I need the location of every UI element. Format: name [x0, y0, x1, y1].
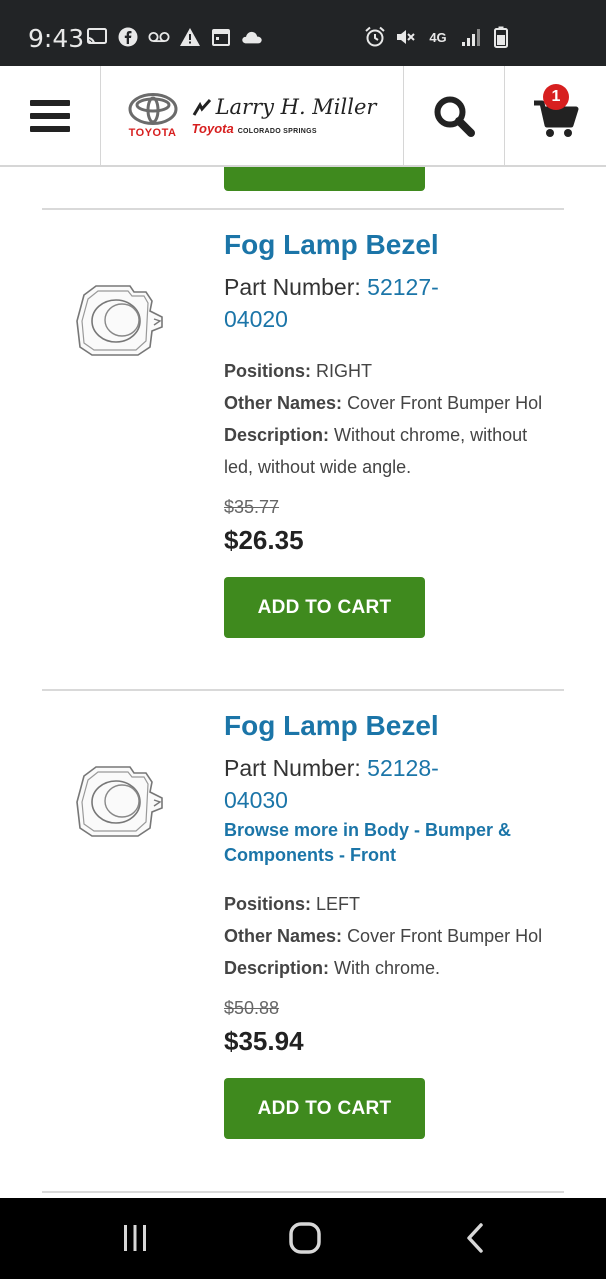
- part-number-value-part2[interactable]: 04020: [224, 306, 288, 332]
- other-names-row: Other Names: Cover Front Bumper Hol: [224, 920, 554, 952]
- product-divider: [42, 689, 564, 691]
- 4g-lte-icon: 4G: [424, 26, 452, 48]
- product-divider: [42, 1191, 564, 1193]
- other-names-label: Other Names:: [224, 393, 343, 413]
- fog-lamp-bezel-image[interactable]: [72, 281, 168, 361]
- part-number-value-part1[interactable]: 52128-: [367, 755, 439, 781]
- status-right-icons: 4G: [364, 26, 512, 48]
- home-icon: [289, 1222, 321, 1254]
- add-to-cart-button[interactable]: ADD TO CART: [224, 1078, 425, 1139]
- product-title-link[interactable]: Fog Lamp Bezel: [224, 710, 554, 742]
- product-info: Fog Lamp Bezel Part Number: 52127- 04020…: [224, 229, 554, 638]
- product-specs: Positions: LEFT Other Names: Cover Front…: [224, 888, 554, 984]
- recent-apps-icon: [124, 1225, 146, 1251]
- description-row: Description: With chrome.: [224, 952, 554, 984]
- positions-label: Positions:: [224, 361, 312, 381]
- hamburger-menu-icon: [30, 100, 70, 132]
- menu-button[interactable]: [0, 66, 100, 166]
- positions-row: Positions: LEFT: [224, 888, 554, 920]
- other-names-value: Cover Front Bumper Hol: [347, 393, 543, 413]
- dealer-city-text: COLORADO SPRINGS: [237, 127, 317, 135]
- description-row: Description: Without chrome, without led…: [224, 419, 554, 483]
- calendar-icon: [210, 26, 232, 48]
- sale-price: $26.35: [224, 525, 304, 555]
- toyota-emblem-icon: [128, 93, 178, 125]
- description-value: With chrome.: [334, 958, 441, 978]
- cloud-icon: [241, 26, 263, 48]
- dealer-script-name: Larry H. Miller: [215, 94, 377, 119]
- alarm-icon: [364, 26, 386, 48]
- positions-value: LEFT: [316, 894, 361, 914]
- facebook-icon: [117, 26, 139, 48]
- description-label: Description:: [224, 958, 330, 978]
- product-title-link[interactable]: Fog Lamp Bezel: [224, 229, 554, 261]
- fog-lamp-bezel-image[interactable]: [72, 762, 168, 842]
- status-left-icons: [86, 26, 263, 48]
- sale-price: $35.94: [224, 1026, 304, 1056]
- part-number-label: Part Number:: [224, 755, 361, 781]
- cart-count-badge: 1: [543, 84, 569, 110]
- dealer-logo[interactable]: TOYOTA Larry H. Miller Toyota COLORADO S…: [101, 66, 403, 166]
- signal-icon: [460, 26, 482, 48]
- system-navigation-bar: [0, 1198, 606, 1279]
- site-header: TOYOTA Larry H. Miller Toyota COLORADO S…: [0, 66, 606, 167]
- network-label: 4G: [429, 29, 447, 45]
- mute-icon: [394, 26, 416, 48]
- add-to-cart-button[interactable]: ADD TO CART: [224, 577, 425, 638]
- other-names-row: Other Names: Cover Front Bumper Hol: [224, 387, 554, 419]
- product-info: Fog Lamp Bezel Part Number: 52128- 04030…: [224, 710, 554, 1139]
- part-number: Part Number: 52127- 04020: [224, 271, 554, 335]
- status-time: 9:43: [28, 24, 85, 53]
- original-price: $50.88: [224, 998, 280, 1018]
- back-button[interactable]: [455, 1220, 495, 1256]
- part-number: Part Number: 52128- 04030: [224, 752, 554, 816]
- positions-value: RIGHT: [316, 361, 373, 381]
- warning-icon: [179, 26, 201, 48]
- dealer-name: Larry H. Miller Toyota COLORADO SPRINGS: [191, 94, 377, 136]
- dealer-toyota-text: Toyota: [191, 120, 234, 136]
- home-button[interactable]: [285, 1220, 325, 1256]
- status-bar: 9:43 4G: [0, 0, 606, 66]
- positions-label: Positions:: [224, 894, 312, 914]
- search-icon: [434, 96, 475, 137]
- product-divider: [42, 208, 564, 210]
- toyota-logo: TOYOTA: [128, 93, 178, 139]
- original-price: $35.77: [224, 497, 280, 517]
- previous-add-to-cart-button[interactable]: [224, 167, 425, 191]
- battery-icon: [490, 26, 512, 48]
- browse-category-link[interactable]: Browse more in Body - Bumper & Component…: [224, 818, 554, 868]
- description-label: Description:: [224, 425, 330, 445]
- positions-row: Positions: RIGHT: [224, 355, 554, 387]
- voicemail-icon: [148, 26, 170, 48]
- part-number-value-part2[interactable]: 04030: [224, 787, 288, 813]
- other-names-label: Other Names:: [224, 926, 343, 946]
- toyota-brand-text: TOYOTA: [128, 127, 177, 139]
- recent-apps-button[interactable]: [115, 1220, 155, 1256]
- search-button[interactable]: [404, 66, 504, 166]
- product-specs: Positions: RIGHT Other Names: Cover Fron…: [224, 355, 554, 483]
- dealer-swoosh-icon: [192, 99, 211, 116]
- back-chevron-icon: [467, 1223, 483, 1253]
- cast-icon: [86, 26, 108, 48]
- cart-button[interactable]: 1: [505, 66, 606, 166]
- part-number-value-part1[interactable]: 52127-: [367, 274, 439, 300]
- other-names-value: Cover Front Bumper Hol: [347, 926, 543, 946]
- part-number-label: Part Number:: [224, 274, 361, 300]
